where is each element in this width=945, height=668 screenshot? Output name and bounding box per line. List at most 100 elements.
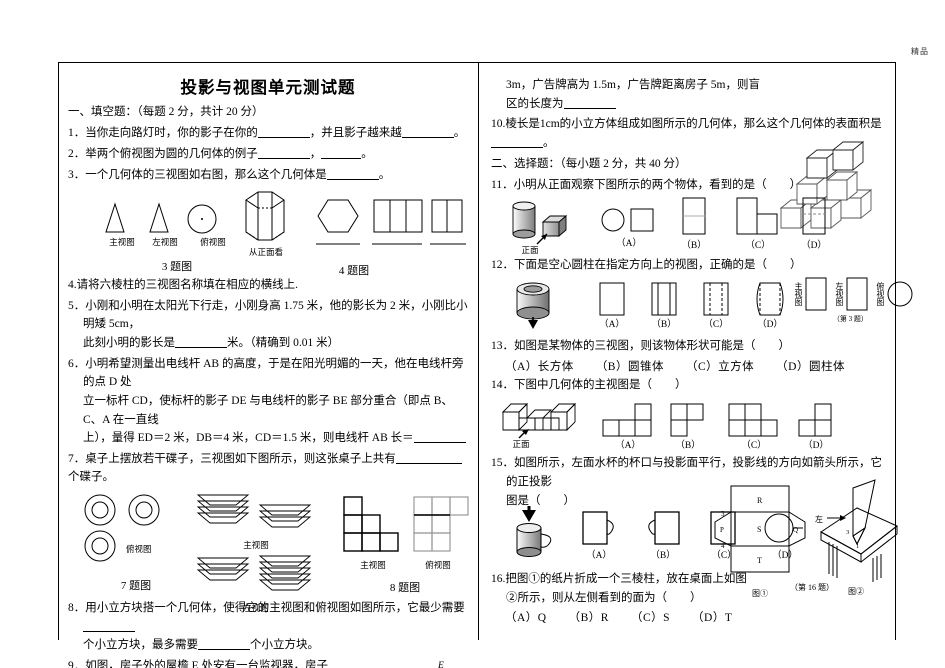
question-12-text: 12．下面是空心圆柱在指定方向上的视图，正确的是（ ） [491,259,802,272]
view-label-top: 俯视图 [126,544,152,554]
option-label[interactable]: （A） [579,549,619,564]
answer-blank[interactable] [257,126,310,139]
question-13: 13．如图是某物体的三视图，则该物体形状可能是（ ） [491,340,790,352]
option-label[interactable]: （A） [601,237,657,252]
watermark-text: 精品 [911,47,929,56]
option-c-shape [736,197,778,235]
answer-blank[interactable] [321,147,362,159]
question-7-text-b: 个碟子。 [68,471,114,484]
figure-16-caption: （第 16 题） [790,583,834,593]
question-9-cont: 3m，广告牌高为 1.5m，广告牌距离房子 5m，则盲 区的长度为 [491,76,887,113]
option-label[interactable]: （D） [797,239,831,254]
question-1-text-b: ，并且影子越来越 [309,127,402,140]
plate-stack-front-svg [196,494,312,528]
answer-blank[interactable] [413,431,466,444]
question-5-text-c: 米。（精确到 0.01 米） [227,337,340,349]
figure-8-caption: 8 题图 [389,582,421,594]
option-a-12: （A） [595,281,629,333]
front-view-rect [805,277,827,311]
prism-net-svg: R S T P Q 3 4 [714,485,806,573]
question-14: 14．下图中几何体的主视图是（ ） 正面 （A） （B） （C） （D） [491,376,887,453]
option-d[interactable]: （D）圆柱体 [776,361,845,373]
option-c[interactable]: （C）S [631,612,670,624]
option-a-15: （A） [579,510,619,564]
option-label[interactable]: （B） [667,439,709,454]
option-label[interactable]: （B） [677,239,711,254]
option-a-shape [599,282,625,316]
option-label[interactable]: （C） [735,239,781,254]
option-b-14: （B） [667,400,709,454]
view-label-side: 左视图 [152,237,178,248]
net-face-r: R [757,496,763,505]
option-a[interactable]: （A）Q [505,612,547,624]
net-edge-3: 3 [721,510,725,518]
figure-4-view-label: 从正面看 [248,247,283,258]
question-2-text: 2．举两个俯视图为圆的几何体的例子 [68,147,258,160]
cylinder-cube-svg [512,201,568,245]
view-label-front: 主视图 [243,540,269,550]
side-view-rect [846,277,868,311]
option-d-shape [756,282,784,316]
option-label[interactable]: （C） [725,439,783,454]
option-label[interactable]: （C） [699,318,733,333]
option-a-cup [582,511,614,545]
answer-blank[interactable] [257,147,310,159]
view-label-front: 主视图 [360,560,386,570]
prism-on-table-svg: 3 1 左 [815,479,898,583]
option-a[interactable]: （A）长方体 [505,361,574,373]
option-d-14: （D） [795,400,837,454]
option-b[interactable]: （B）R [569,612,609,624]
figure-12-options: （A） （B） （C） （D） 主视图 左视图 （第 3 题） 俯视图 [491,277,913,335]
label-3: 3 [846,529,849,536]
solid-3d-svg [501,403,577,439]
option-label[interactable]: （A） [599,439,657,454]
hollow-cylinder-figure [507,277,577,331]
figure-14-options: 正面 （A） （B） （C） （D） [491,396,887,452]
answer-blank[interactable] [401,126,454,139]
option-label[interactable]: （B） [647,318,681,333]
cup-svg [516,506,552,558]
answer-blank[interactable] [175,336,227,348]
figure-13-three-views: 主视图 左视图 （第 3 题） 俯视图 [791,275,914,325]
option-a-shape [601,208,654,232]
question-7-text: 7．桌子上摆放若干碟子，三视图如下图所示，则这张桌子上共有 [68,452,396,465]
hex-prism-svg [245,191,466,245]
option-c-12: （C） [699,281,733,333]
option-b-12: （B） [647,281,681,333]
answer-blank[interactable] [491,136,543,148]
option-d-shape [802,197,826,235]
question-3: 3．一个几何体的三视图如右图，那么这个几何体是 。 [68,166,468,185]
view-label-top: 俯视图 [875,282,885,306]
front-direction-label: 正面 [512,439,530,450]
answer-blank[interactable] [83,620,135,632]
net-face-p: P [720,526,724,534]
answer-blank[interactable] [395,452,462,464]
question-6: 6．小明希望测量出电线杆 AB 的高度，于是在阳光明媚的一天，他在电线杆旁的点 … [68,355,468,448]
option-label[interactable]: （A） [595,318,629,333]
option-label[interactable]: （D） [751,318,789,333]
question-1: 1．当你走向路灯时，你的影子在你的 ，并且影子越来越 。 [68,124,468,143]
question-9-line4: 区的长度为 [491,95,887,114]
option-b[interactable]: （B）圆锥体 [596,361,664,373]
figure-16-table: 3 1 左 图② [813,478,899,599]
answer-blank[interactable] [326,168,379,180]
exam-paper: 精品 投影与视图单元测试题 一、填空题：（每题 2 分，共计 20 分） 1．当… [0,0,945,668]
answer-blank[interactable] [198,638,250,651]
question-8-text-a: 8．用小立方块搭一个几何体，使得它的主视图和俯视图如图所示，它最少需要 [68,602,465,614]
option-c-grid [728,403,778,437]
question-8-line1: 8．用小立方块搭一个几何体，使得它的主视图和俯视图如图所示，它最少需要 [68,599,468,636]
option-label[interactable]: （D） [795,439,837,454]
option-d[interactable]: （D）T [692,612,732,624]
option-b-grid [670,403,704,437]
option-c-shape [703,282,729,316]
answer-blank[interactable] [563,97,616,109]
question-8: 8．用小立方块搭一个几何体，使得它的主视图和俯视图如图所示，它最少需要 个小立方… [68,599,468,655]
question-11-text: 11．小明从正面观察下图所示的两个物体，看到的是（ ） [491,178,802,191]
question-8-text-b: 个小立方块，最多需要 [83,639,198,652]
question-5: 5．小刚和小明在太阳光下行走，小刚身高 1.75 米，他的影长为 2 米，小刚比… [68,297,468,353]
option-c[interactable]: （C）立方体 [686,361,754,373]
option-label[interactable]: （B） [643,549,683,564]
label-1: 1 [856,543,859,550]
option-c-14: （C） [725,400,783,454]
figure-14-solid: 正面 [499,396,579,452]
